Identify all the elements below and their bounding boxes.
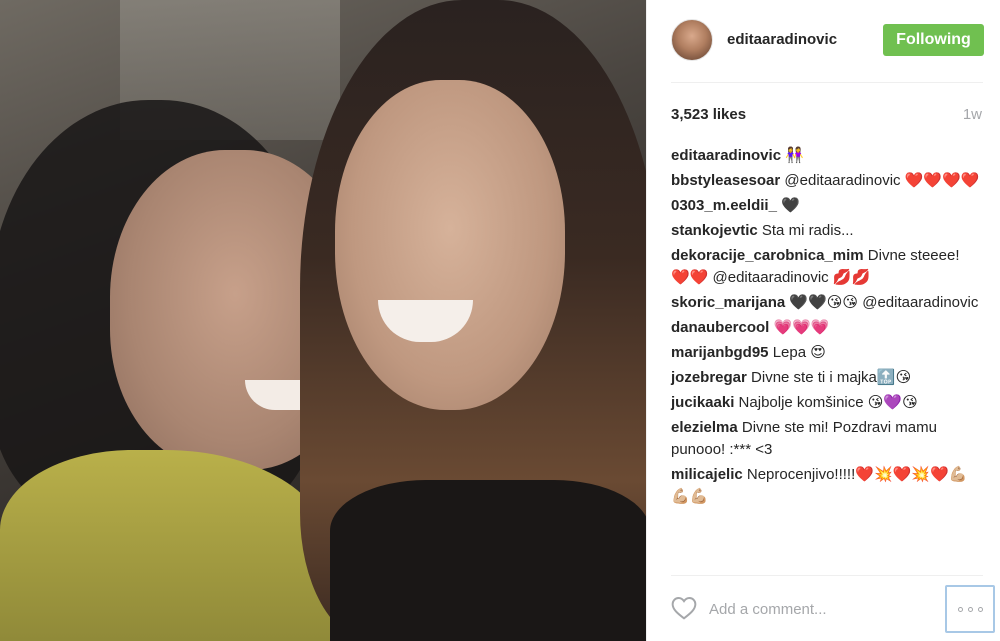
comment-text: Sta mi radis... [757, 222, 854, 239]
comment-username[interactable]: bbstyleasesoar [671, 172, 780, 189]
comment-username[interactable]: dekoracije_carobnica_mim [671, 247, 864, 264]
comment-text: 💗💗💗 [769, 319, 830, 336]
comment-username[interactable]: jozebregar [671, 369, 747, 386]
list-item: skoric_marijana 🖤🖤😘😘 @editaaradinovic [671, 292, 981, 314]
dot-icon [977, 606, 983, 612]
comment-username[interactable]: stankojevtic [671, 222, 758, 239]
list-item: dekoracije_carobnica_mim Divne steeee! ❤… [671, 245, 981, 289]
list-item: elezielma Divne ste mi! Pozdravi mamu pu… [671, 417, 981, 461]
comment-text: 🖤🖤😘😘 @editaaradinovic [785, 294, 979, 311]
dot-icon [957, 606, 963, 612]
list-item: jucikaaki Najbolje komšinice 😘💜😘 [671, 392, 981, 414]
post-username[interactable]: editaaradinovic [727, 31, 837, 48]
post-side-panel: editaaradinovic Following 3,523 likes 1w… [646, 0, 1000, 641]
comment-username[interactable]: danaubercool [671, 319, 769, 336]
comment-username[interactable]: editaaradinovic [671, 147, 781, 164]
comment-text: Divne ste ti i majka🔝😘 [746, 369, 912, 386]
comments-list: editaaradinovic 👭 bbstyleasesoar @editaa… [671, 145, 981, 511]
footer-divider [671, 575, 983, 576]
photo-face-right [335, 80, 565, 410]
post-photo[interactable] [0, 0, 646, 641]
instagram-post: editaaradinovic Following 3,523 likes 1w… [0, 0, 1000, 641]
post-time[interactable]: 1w [963, 106, 982, 123]
comment-text: 👭 [781, 147, 804, 164]
list-item: marijanbgd95 Lepa 😍 [671, 342, 981, 364]
list-item: bbstyleasesoar @editaaradinovic ❤️❤️❤️❤️ [671, 170, 981, 192]
comment-text: Najbolje komšinice 😘💜😘 [734, 394, 918, 411]
comment-username[interactable]: marijanbgd95 [671, 344, 769, 361]
comment-username[interactable]: 0303_m.eeldii_ [671, 197, 777, 214]
header-divider [671, 82, 983, 83]
dot-icon [967, 606, 973, 612]
list-item: editaaradinovic 👭 [671, 145, 981, 167]
likes-count[interactable]: 3,523 likes [671, 106, 746, 123]
comment-text: 🖤 [776, 197, 800, 214]
list-item: stankojevtic Sta mi radis... [671, 220, 981, 242]
comment-username[interactable]: elezielma [671, 419, 738, 436]
photo-black-top [330, 480, 646, 641]
comment-username[interactable]: milicajelic [671, 466, 743, 483]
post-header: editaaradinovic Following [647, 0, 1000, 82]
comment-text: @editaaradinovic ❤️❤️❤️❤️ [780, 172, 980, 189]
following-button[interactable]: Following [883, 24, 984, 56]
list-item: 0303_m.eeldii_ 🖤 [671, 195, 981, 217]
list-item: danaubercool 💗💗💗 [671, 317, 981, 339]
comment-input[interactable] [709, 596, 935, 622]
heart-outline-icon[interactable] [671, 596, 697, 620]
comment-text: Lepa 😍 [768, 344, 826, 361]
comment-username[interactable]: jucikaaki [671, 394, 734, 411]
list-item: jozebregar Divne ste ti i majka🔝😘 [671, 367, 981, 389]
photo-yellow-sweater [0, 450, 330, 641]
avatar[interactable] [671, 19, 713, 61]
list-item: milicajelic Neprocenjivo!!!!!❤️💥❤️💥❤️💪🏼💪… [671, 464, 981, 508]
comment-username[interactable]: skoric_marijana [671, 294, 785, 311]
more-options-button[interactable] [945, 585, 995, 633]
